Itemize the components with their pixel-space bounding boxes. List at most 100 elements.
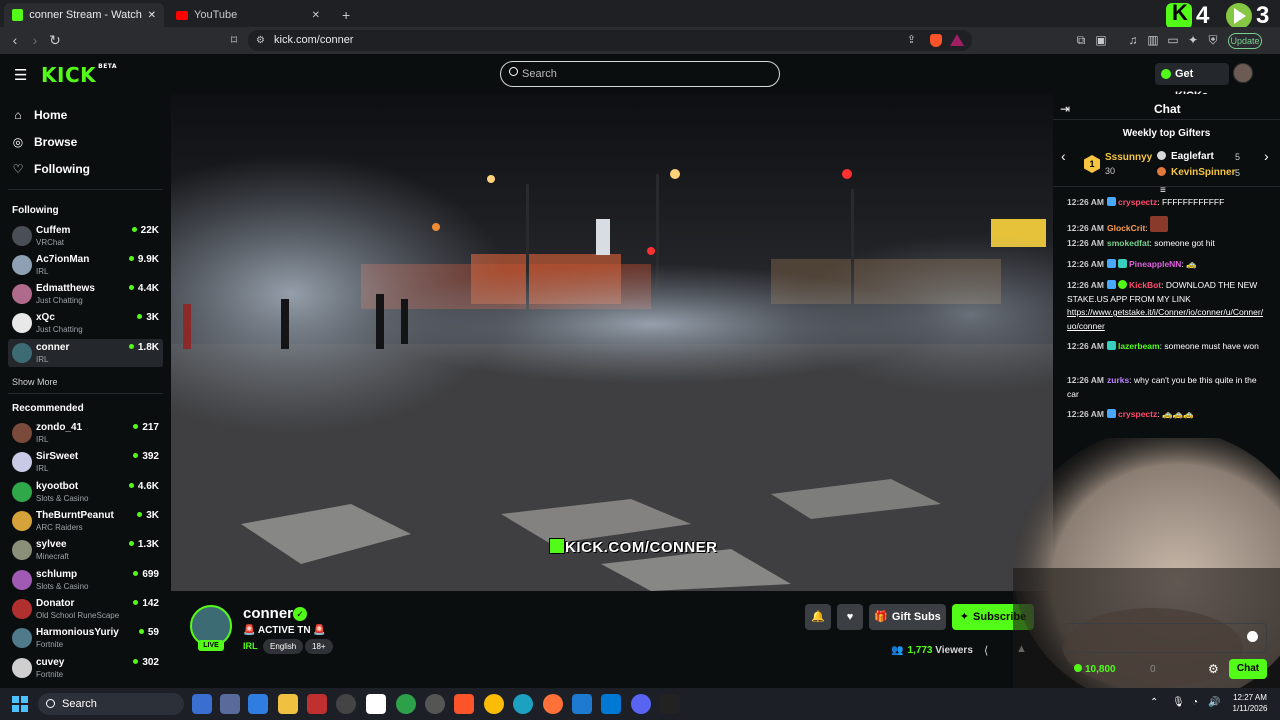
brave-shield-icon[interactable] [930,34,942,47]
back-icon[interactable]: ‹ [7,32,23,48]
sidebar-channel-conner[interactable]: conner IRL 1.8K [8,339,163,367]
sidebar-channel-xqc[interactable]: xQc Just Chatting 3K [8,309,163,337]
chat-username[interactable]: PineappleNN [1129,259,1181,269]
collapse-chat-icon[interactable]: ⇥ [1060,102,1070,116]
site-info-icon[interactable]: ⚙ [256,30,265,51]
sidebar-channel-harmoniousyuriy[interactable]: HarmoniousYuriy Fortnite 59 [8,624,163,652]
sidebar-channel-donator[interactable]: Donator Old School RuneScape 142 [8,595,163,623]
video-player[interactable]: KICK.COM/CONNER [171,94,1053,591]
tab-kick[interactable]: conner Stream - Watch Live o ✕ [4,3,164,27]
sidebar-channel-sirsweet[interactable]: SirSweet IRL 392 [8,448,163,476]
new-tab-button[interactable]: + [334,3,358,27]
sidebar-channel-sylvee[interactable]: sylvee Minecraft 1.3K [8,536,163,564]
app-icon[interactable] [248,694,268,714]
app-icon[interactable] [572,694,592,714]
gifter-name[interactable]: KevinSpinner [1171,167,1235,178]
gear-icon[interactable]: ⚙ [1208,662,1219,676]
discord-icon[interactable] [631,694,651,714]
sidebar-icon[interactable]: ▥ [1146,33,1160,47]
app-icon[interactable] [396,694,416,714]
update-button[interactable]: Update [1228,33,1262,49]
brave-rewards-icon[interactable] [950,34,964,46]
url-field[interactable]: ⚙ kick.com/conner ⇪ [248,30,972,51]
gifter-name[interactable]: Sssunnyy [1105,152,1152,163]
follow-button[interactable]: ♥ [837,604,863,630]
browser-tab-bar: conner Stream - Watch Live o ✕ YouTube ✕… [0,0,1280,27]
bookmark-icon[interactable]: ⌑ [226,32,242,48]
pinned-toggle-icon[interactable]: ≡ [1160,185,1166,196]
stream-category[interactable]: IRL [243,641,258,651]
emoji-icon[interactable] [1247,631,1258,642]
chat-username[interactable]: lazerbeam [1118,341,1160,351]
sidebar-channel-cuffem[interactable]: Cuffem VRChat 22K [8,222,163,250]
close-icon[interactable]: ✕ [312,10,320,21]
edge-icon[interactable] [513,694,533,714]
share-icon[interactable]: ⟨ [984,644,988,657]
chat-username[interactable]: cryspectz [1118,409,1157,419]
user-avatar[interactable] [1233,63,1253,83]
kick-logo[interactable]: KICK BETA [41,63,117,87]
taskbar-clock[interactable]: 12:27 AM 1/11/2026 [1224,692,1276,714]
vpn-icon[interactable]: ⛨ [1206,33,1220,47]
sidebar-channel-edmatthews[interactable]: Edmatthews Just Chatting 4.4K [8,280,163,308]
chat-username[interactable]: zurks [1107,375,1129,385]
volume-icon[interactable]: 🔊 [1208,697,1220,708]
notification-bell-button[interactable]: 🔔 [805,604,831,630]
chat-send-button[interactable]: Chat [1229,659,1267,679]
chevron-up-icon[interactable]: ⌃ [1150,697,1158,708]
chrome-icon[interactable] [484,694,504,714]
windows-start-icon[interactable] [12,696,28,712]
taskbar-search[interactable]: Search [38,693,184,715]
avatar [12,284,32,304]
reload-icon[interactable]: ↻ [47,32,63,48]
forward-icon[interactable]: › [27,32,43,48]
nav-home[interactable]: ⌂ Home [12,104,67,126]
chat-input[interactable] [1065,623,1267,653]
screenshot-icon[interactable]: ▣ [1094,33,1108,47]
streamer-name[interactable]: conner [243,605,293,622]
microphone-icon[interactable]: 🎙 [1172,697,1185,708]
extensions-icon[interactable]: ⧉ [1074,33,1088,47]
chevron-left-icon[interactable]: ‹ [1061,148,1066,164]
widgets-icon[interactable] [192,694,212,714]
app-icon[interactable] [425,694,445,714]
search-input[interactable] [522,64,772,84]
firefox-icon[interactable] [543,694,563,714]
music-icon[interactable]: ♫ [1126,33,1140,47]
show-more-link[interactable]: Show More [12,377,58,387]
file-explorer-icon[interactable] [278,694,298,714]
gift-subs-button[interactable]: 🎁 Gift Subs [869,604,946,630]
app-icon[interactable] [660,694,680,714]
sidebar-channel-schlump[interactable]: schlump Slots & Casino 699 [8,566,163,594]
leo-icon[interactable]: ✦ [1186,33,1200,47]
chat-username[interactable]: cryspectz [1118,197,1157,207]
chat-username[interactable]: KickBot [1129,280,1161,290]
task-view-icon[interactable] [220,694,240,714]
sidebar-channel-kyootbot[interactable]: kyootbot Slots & Casino 4.6K [8,478,163,506]
nav-browse[interactable]: ◎ Browse [12,131,78,153]
app-icon[interactable] [307,694,327,714]
chat-username[interactable]: smokedfat [1107,238,1150,248]
nav-following[interactable]: ♡ Following [12,158,90,180]
vscode-icon[interactable] [601,694,621,714]
close-icon[interactable]: ✕ [148,10,156,21]
tag-language[interactable]: English [263,639,304,654]
chevron-right-icon[interactable]: › [1264,148,1269,164]
menu-icon[interactable]: ☰ [14,66,27,84]
get-kicks-button[interactable]: Get KICKs [1155,63,1229,102]
sidebar-channel-zondo[interactable]: zondo_41 IRL 217 [8,419,163,447]
brave-icon[interactable] [454,694,474,714]
app-icon[interactable] [336,694,356,714]
wifi-icon[interactable]: ◔ [1192,697,1198,708]
sidebar-channel-ac7ionman[interactable]: Ac7ionMan IRL 9.9K [8,251,163,279]
sidebar-channel-theburntpeanut[interactable]: TheBurntPeanut ARC Raiders 3K [8,507,163,535]
tab-youtube[interactable]: YouTube ✕ [168,3,328,27]
chat-link[interactable]: https://www.getstake.it/i/Conner/io/conn… [1067,307,1263,331]
chat-username[interactable]: GlockCrit [1107,223,1145,233]
app-icon[interactable] [366,694,386,714]
tag-mature[interactable]: 18+ [305,639,333,654]
share-icon[interactable]: ⇪ [907,30,916,51]
sidebar-channel-cuvey[interactable]: cuvey Fortnite 302 [8,654,163,682]
wallet-icon[interactable]: ▭ [1166,33,1180,47]
gifter-name[interactable]: Eaglefart [1171,151,1214,162]
